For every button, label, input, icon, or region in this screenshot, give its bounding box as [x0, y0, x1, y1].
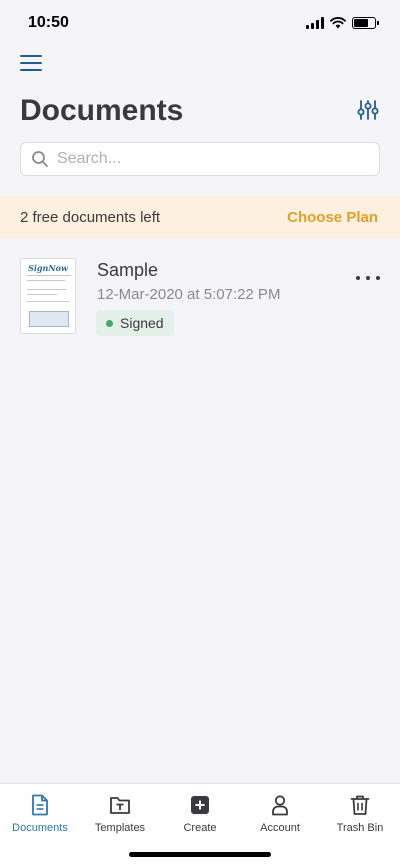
cellular-signal-icon — [306, 17, 324, 29]
battery-icon — [352, 17, 379, 29]
search-input[interactable] — [57, 150, 357, 168]
tab-label: Create — [183, 822, 217, 834]
tab-create[interactable]: Create — [160, 794, 240, 840]
plus-square-icon — [191, 796, 209, 814]
page-title: Documents — [20, 94, 184, 127]
status-time: 10:50 — [28, 14, 69, 31]
tab-templates[interactable]: Templates — [80, 794, 160, 840]
search-icon — [32, 151, 48, 167]
tab-documents[interactable]: Documents — [0, 794, 80, 840]
status-dot — [106, 319, 113, 327]
more-options-icon[interactable] — [356, 270, 380, 286]
trash-icon — [350, 795, 370, 815]
thumbnail-image — [29, 311, 69, 327]
free-documents-text: 2 free documents left — [20, 208, 161, 226]
choose-plan-link[interactable]: Choose Plan — [287, 209, 378, 226]
search-box[interactable] — [20, 142, 380, 176]
person-icon — [272, 795, 288, 816]
document-thumbnail: SignNow — [20, 258, 76, 334]
tab-label: Trash Bin — [336, 822, 384, 834]
status-label: Signed — [120, 315, 164, 331]
wifi-icon — [330, 17, 346, 29]
tab-label: Templates — [94, 822, 146, 834]
status-icons — [306, 17, 379, 29]
thumbnail-logo: SignNow — [28, 263, 68, 273]
plan-banner: 2 free documents left Choose Plan — [0, 196, 400, 238]
sliders-icon[interactable] — [356, 98, 380, 122]
tab-trash-bin[interactable]: Trash Bin — [320, 794, 400, 840]
status-bar: 10:50 — [0, 0, 400, 46]
tab-label: Documents — [12, 822, 68, 834]
tab-label: Account — [260, 822, 300, 834]
document-date: 12-Mar-2020 at 5:07:22 PM — [97, 286, 281, 303]
hamburger-menu-icon[interactable] — [20, 52, 42, 74]
home-indicator — [129, 852, 271, 857]
template-folder-icon — [110, 797, 130, 814]
battery-level — [354, 19, 368, 27]
tab-account[interactable]: Account — [240, 794, 320, 840]
document-icon — [32, 794, 48, 816]
document-row[interactable]: SignNow Sample 12-Mar-2020 at 5:07:22 PM… — [0, 252, 400, 342]
document-name: Sample — [97, 260, 159, 280]
status-badge: Signed — [96, 310, 174, 336]
